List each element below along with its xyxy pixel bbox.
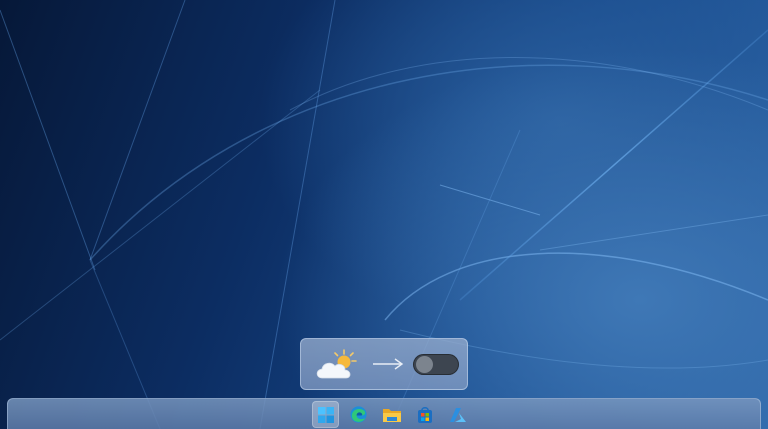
taskbar-pinned-apps xyxy=(312,401,471,428)
azure-taskbar-button[interactable] xyxy=(444,401,471,428)
arrow-right-icon xyxy=(373,358,404,370)
edge-browser-icon xyxy=(350,406,367,423)
taskbar xyxy=(7,398,761,429)
start-button[interactable] xyxy=(312,401,339,428)
toggle-knob xyxy=(416,356,433,373)
desktop xyxy=(0,0,768,429)
azure-icon xyxy=(449,407,466,422)
start-windows-icon xyxy=(317,406,334,423)
partly-sunny-cloud-icon xyxy=(316,349,357,379)
file-explorer-icon xyxy=(382,408,401,422)
microsoft-store-icon xyxy=(417,406,432,423)
widgets-toggle-popup xyxy=(300,338,468,390)
file-explorer-taskbar-button[interactable] xyxy=(378,401,405,428)
store-taskbar-button[interactable] xyxy=(411,401,438,428)
widgets-toggle-switch[interactable] xyxy=(413,354,459,375)
edge-taskbar-button[interactable] xyxy=(345,401,372,428)
